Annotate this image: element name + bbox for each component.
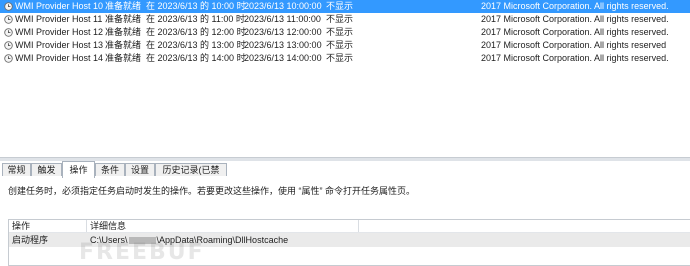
clock-icon bbox=[4, 41, 13, 50]
clock-icon bbox=[4, 54, 13, 63]
column-header-action[interactable]: 操作 bbox=[9, 220, 87, 232]
tab-history[interactable]: 历史记录(已禁用) bbox=[155, 163, 227, 188]
task-trigger: 在 2023/6/13 的 11:00 时 bbox=[146, 14, 245, 24]
task-next-run: 2023/6/13 12:00:00 bbox=[244, 27, 322, 37]
task-author: 2017 Microsoft Corporation. All rights r… bbox=[481, 1, 669, 11]
task-status: 准备就绪 bbox=[105, 53, 142, 63]
task-row[interactable]: WMI Provider Host 11 准备就绪 在 2023/6/13 的 … bbox=[0, 13, 690, 26]
task-status: 准备就绪 bbox=[105, 27, 142, 37]
action-detail: C:\Users\ \AppData\Roaming\DllHostcache bbox=[87, 233, 288, 247]
task-row[interactable]: WMI Provider Host 12 准备就绪 在 2023/6/13 的 … bbox=[0, 26, 690, 39]
redacted-username bbox=[128, 237, 156, 244]
actions-description: 创建任务时，必须指定任务启动时发生的操作。若要更改这些操作，使用 “属性” 命令… bbox=[8, 186, 415, 196]
task-row[interactable]: WMI Provider Host 14 准备就绪 在 2023/6/13 的 … bbox=[0, 52, 690, 65]
action-type: 启动程序 bbox=[12, 235, 49, 245]
task-name: WMI Provider Host 13 bbox=[15, 40, 104, 50]
task-trigger: 在 2023/6/13 的 14:00 时 bbox=[146, 53, 246, 63]
action-path-suffix: \AppData\Roaming\DllHostcache bbox=[156, 235, 289, 245]
action-path-prefix: C:\Users\ bbox=[90, 235, 128, 245]
actions-table: 操作 详细信息 启动程序 C:\Users\ \AppData\Roaming\D… bbox=[8, 219, 690, 266]
task-next-run: 2023/6/13 14:00:00 bbox=[244, 53, 322, 63]
task-author: 2017 Microsoft Corporation. All rights r… bbox=[481, 14, 669, 24]
task-row[interactable]: WMI Provider Host 10 准备就绪 在 2023/6/13 的 … bbox=[0, 0, 690, 13]
task-author: 2017 Microsoft Corporation. All rights r… bbox=[481, 27, 669, 37]
task-name: WMI Provider Host 10 bbox=[15, 1, 104, 11]
task-trigger: 在 2023/6/13 的 12:00 时 bbox=[146, 27, 246, 37]
task-list: WMI Provider Host 10 准备就绪 在 2023/6/13 的 … bbox=[0, 0, 690, 158]
task-name: WMI Provider Host 12 bbox=[15, 27, 104, 37]
table-row[interactable]: 启动程序 C:\Users\ \AppData\Roaming\DllHostca… bbox=[9, 233, 690, 247]
task-author: 2017 Microsoft Corporation. All rights r… bbox=[481, 53, 669, 63]
task-last-run: 不显示 bbox=[326, 14, 354, 24]
task-last-run: 不显示 bbox=[326, 1, 354, 11]
task-name: WMI Provider Host 11 bbox=[15, 14, 103, 24]
task-status: 准备就绪 bbox=[105, 1, 142, 11]
actions-table-header: 操作 详细信息 bbox=[9, 220, 690, 233]
column-header-detail[interactable]: 详细信息 bbox=[87, 220, 359, 232]
task-trigger: 在 2023/6/13 的 10:00 时 bbox=[146, 1, 246, 11]
task-status: 准备就绪 bbox=[105, 40, 142, 50]
tab-settings[interactable]: 设置 bbox=[125, 163, 155, 176]
task-next-run: 2023/6/13 13:00:00 bbox=[244, 40, 322, 50]
tab-triggers[interactable]: 触发器 bbox=[31, 163, 62, 188]
tab-conditions[interactable]: 条件 bbox=[95, 163, 125, 176]
task-next-run: 2023/6/13 10:00:00 bbox=[244, 1, 322, 11]
task-last-run: 不显示 bbox=[326, 53, 354, 63]
task-author: 2017 Microsoft Corporation. All rights r… bbox=[481, 40, 667, 50]
clock-icon bbox=[4, 28, 13, 37]
clock-icon bbox=[4, 2, 13, 11]
task-row[interactable]: WMI Provider Host 13 准备就绪 在 2023/6/13 的 … bbox=[0, 39, 690, 52]
task-last-run: 不显示 bbox=[326, 27, 354, 37]
detail-tab-strip: 常规 触发器 操作 条件 设置 历史记录(已禁用) bbox=[0, 161, 690, 188]
actions-tab-panel: 创建任务时，必须指定任务启动时发生的操作。若要更改这些操作，使用 “属性” 命令… bbox=[0, 177, 690, 266]
task-name: WMI Provider Host 14 bbox=[15, 53, 104, 63]
task-trigger: 在 2023/6/13 的 13:00 时 bbox=[146, 40, 246, 50]
task-last-run: 不显示 bbox=[326, 40, 354, 50]
tab-actions[interactable]: 操作 bbox=[62, 161, 95, 178]
task-next-run: 2023/6/13 11:00:00 bbox=[244, 14, 321, 24]
clock-icon bbox=[4, 15, 13, 24]
tab-general[interactable]: 常规 bbox=[2, 163, 31, 176]
task-status: 准备就绪 bbox=[105, 14, 142, 24]
